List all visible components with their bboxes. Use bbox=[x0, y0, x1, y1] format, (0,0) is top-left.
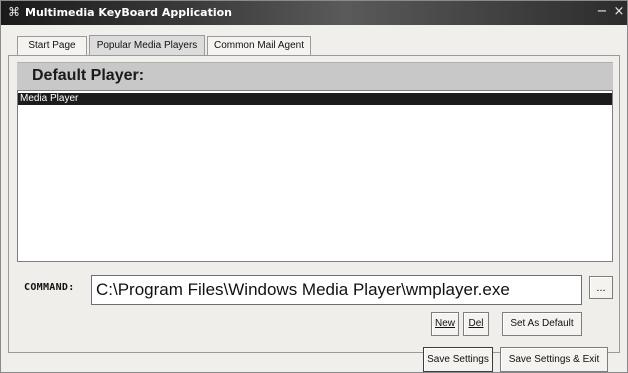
new-button-label: New bbox=[434, 318, 455, 329]
close-button[interactable]: × bbox=[612, 4, 626, 20]
save-settings-button[interactable]: Save Settings bbox=[423, 347, 493, 372]
tab-start-page[interactable]: Start Page bbox=[17, 36, 87, 55]
list-item[interactable]: Media Player bbox=[18, 93, 612, 105]
browse-button[interactable]: ... bbox=[589, 276, 613, 299]
default-player-heading: Default Player: bbox=[32, 67, 145, 84]
set-as-default-button[interactable]: Set As Default bbox=[502, 312, 582, 336]
tab-common-mail-agent[interactable]: Common Mail Agent bbox=[207, 36, 311, 55]
tab-popular-media-players[interactable]: Popular Media Players bbox=[89, 35, 205, 56]
title-bar[interactable]: ⌘ Multimedia KeyBoard Application − × bbox=[1, 1, 627, 25]
command-label: COMMAND: bbox=[24, 282, 75, 293]
command-input[interactable] bbox=[91, 275, 582, 305]
media-players-panel: Default Player: Media Player COMMAND: ..… bbox=[8, 55, 620, 353]
del-button-label: Del bbox=[468, 318, 484, 329]
del-button[interactable]: Del bbox=[463, 312, 489, 336]
app-window: ⌘ Multimedia KeyBoard Application − × St… bbox=[0, 0, 628, 373]
window-title: Multimedia KeyBoard Application bbox=[25, 6, 233, 19]
save-settings-exit-button[interactable]: Save Settings & Exit bbox=[500, 347, 608, 372]
player-list[interactable]: Media Player bbox=[17, 90, 613, 262]
minimize-button[interactable]: − bbox=[595, 4, 609, 20]
new-button[interactable]: New bbox=[431, 312, 459, 336]
keyboard-icon: ⌘ bbox=[8, 5, 20, 19]
default-player-header: Default Player: bbox=[17, 62, 613, 90]
